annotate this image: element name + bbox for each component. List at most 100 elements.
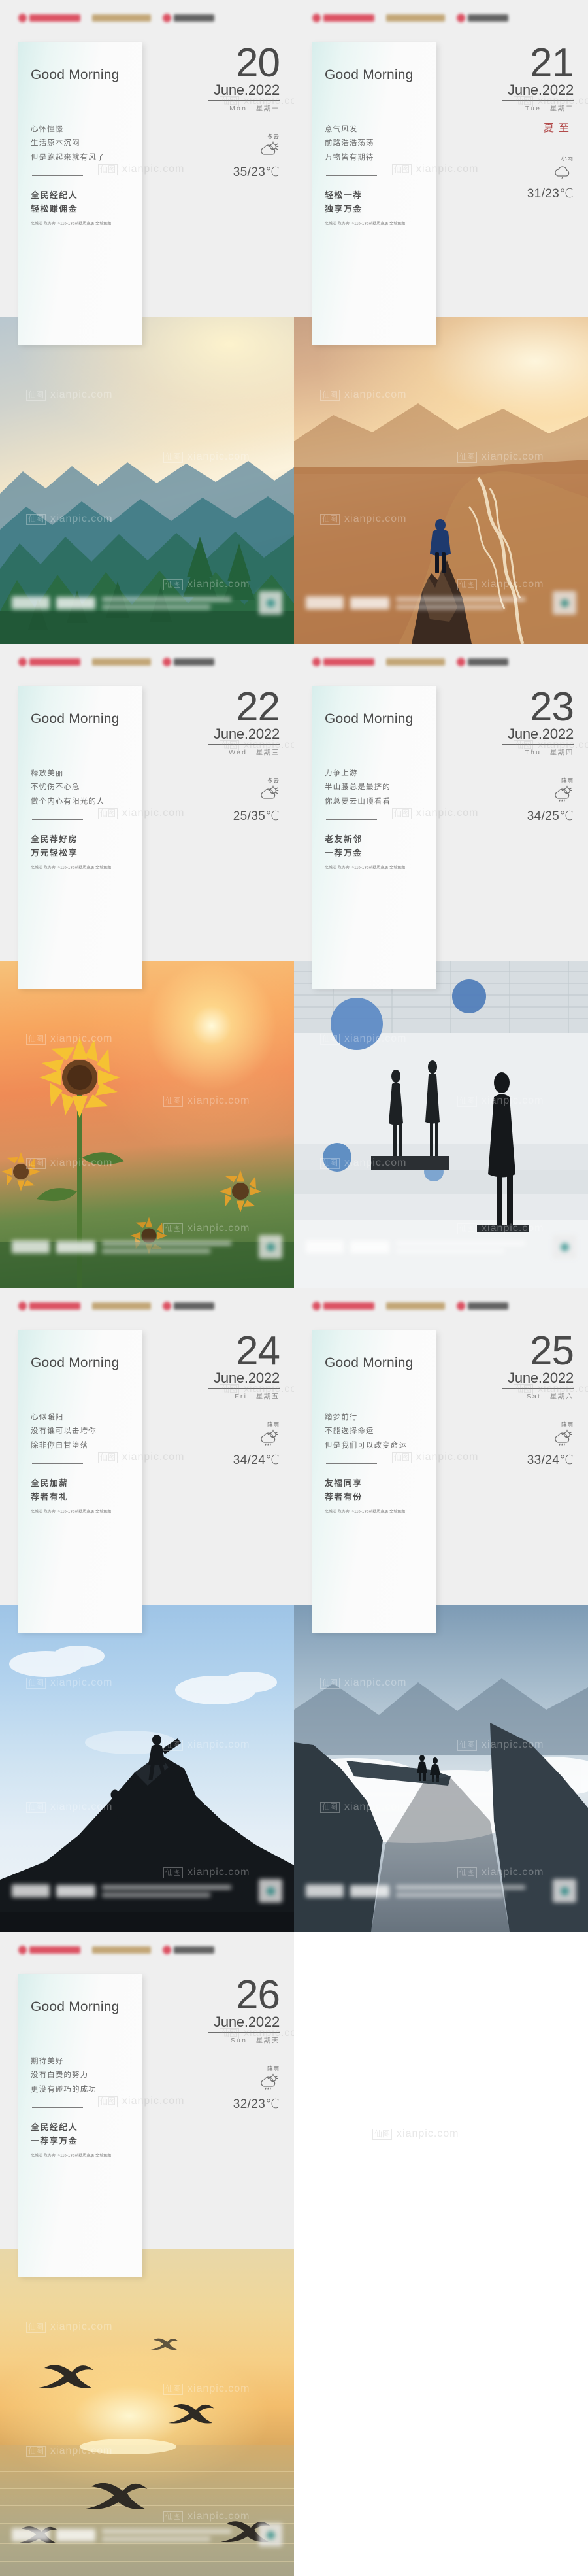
brand-logo-tertiary: [163, 1946, 214, 1954]
brand-logo-strip: [0, 644, 294, 680]
brand-logo-primary: [18, 658, 80, 666]
logo-wordmark-icon: [323, 658, 374, 666]
qr-code-icon: [259, 1235, 282, 1259]
brand-logo-primary: [18, 1302, 80, 1310]
contact-phone: [56, 596, 95, 609]
greeting-title: Good Morning: [31, 1999, 120, 2014]
date-column: 26 June.2022 Sun 星期天 阵雨 32/23℃: [158, 1973, 280, 2112]
slogan-line: 轻松赚佣金: [31, 203, 78, 214]
qr-code-icon: [553, 591, 576, 615]
logo-wordmark-icon: [29, 658, 80, 666]
logo-wordmark-gold-icon: [386, 658, 445, 666]
poster-card[interactable]: Good Morning 释放美丽 不忧伤不心急 做个内心有阳光的人 全民荐好房 万元…: [0, 644, 294, 1288]
quote-line: 但是我们可以改变命运: [325, 1441, 407, 1449]
day-number: 26: [236, 1973, 280, 2018]
logo-wordmark-gold-icon: [386, 1302, 445, 1310]
date-underline: [208, 743, 280, 745]
temperature: 34/25℃: [527, 809, 574, 823]
greeting-card: Good Morning 心似暖阳 没有谁可以击垮你 除非你自甘堕落 全民加薪 荐者有…: [18, 1330, 142, 1633]
shower-sun-icon: [551, 785, 574, 802]
greeting-title: Good Morning: [31, 67, 120, 82]
poster-info-zone: Good Morning 心怀憧憬 生活原本沉闷 但是跑起来就有风了 全民经纪人 轻松…: [0, 36, 294, 345]
fineprint: 北城芯 政务旁 ·≈116-136㎡墅质宽居 全城免藏: [325, 222, 406, 227]
day-number: 22: [236, 685, 280, 730]
poster-card[interactable]: Good Morning 踏梦前行 不能选择命运 但是我们可以改变命运 友福同享 荐者…: [294, 1288, 588, 1932]
slogan-block: 全民荐好房 万元轻松享: [31, 833, 132, 860]
weekday-cn: 星期一: [255, 104, 280, 112]
fineprint: 北城芯 政务旁 ·≈116-136㎡墅质宽居 全城免藏: [325, 866, 406, 871]
logo-wordmark-dark-icon: [174, 1946, 214, 1954]
contact-address: [396, 596, 546, 609]
contact-phone: [56, 1240, 95, 1253]
brand-logo-primary: [18, 14, 80, 22]
brand-logo-tertiary: [163, 1302, 214, 1310]
poster-info-zone: Good Morning 力争上游 半山腰总是最挤的 你总要去山顶看看 老友新邻 一荐…: [294, 680, 588, 989]
weather-label: 小雨: [561, 154, 574, 161]
slogan-line: 一荐享万金: [31, 2135, 78, 2146]
contact-footer-bar: [12, 2521, 282, 2549]
brand-logo-strip: [294, 1288, 588, 1324]
date-column: 25 June.2022 Sat 星期六 阵雨 33/24℃: [452, 1331, 574, 1468]
divider-long: [32, 175, 83, 176]
logo-wordmark-icon: [29, 14, 80, 22]
weekday-cn: 星期六: [549, 1392, 574, 1400]
weather-block: 阵雨 34/25℃: [452, 777, 574, 824]
weekday-en: Fri: [235, 1392, 248, 1400]
weather-block: 阵雨 32/23℃: [158, 2065, 280, 2112]
weather-label: 阵雨: [267, 1421, 280, 1428]
quote-line: 半山腰总是最挤的: [325, 783, 391, 792]
quote-line: 释放美丽: [31, 770, 64, 777]
logo-dot-icon: [163, 14, 171, 22]
contact-logo-icon: [12, 1240, 50, 1253]
slogan-block: 轻松一荐 独享万金: [325, 189, 426, 216]
divider-long: [32, 819, 83, 820]
greeting-title: Good Morning: [31, 711, 120, 726]
brand-logo-tertiary: [457, 658, 508, 666]
logo-wordmark-icon: [29, 1946, 80, 1954]
logo-wordmark-dark-icon: [468, 658, 508, 666]
poster-card[interactable]: Good Morning 意气风发 前路浩浩荡荡 万物皆有期待 轻松一荐 独享万金 北…: [294, 0, 588, 644]
contact-footer-bar: [306, 1877, 576, 1905]
quote-line: 意气风发: [325, 126, 358, 133]
slogan-block: 老友新邻 一荐万金: [325, 833, 426, 860]
poster-photo: 仙图 xianpic.com 仙图 xianpic.com 仙图 xianpic.co…: [0, 1605, 294, 1932]
contact-phone: [350, 1240, 389, 1253]
quote-line: 你总要去山顶看看: [325, 797, 391, 805]
poster-card[interactable]: Good Morning 心似暖阳 没有谁可以击垮你 除非你自甘堕落 全民加薪 荐者有…: [0, 1288, 294, 1932]
temperature: 35/23℃: [233, 165, 280, 179]
weekday: Thu 星期四: [452, 747, 574, 757]
weekday-cn: 星期五: [255, 1392, 280, 1400]
shower-sun-icon: [257, 1429, 280, 1446]
logo-wordmark-dark-icon: [468, 1302, 508, 1310]
solar-term: 夏至: [543, 122, 574, 134]
weather-block: 阵雨 34/24℃: [158, 1421, 280, 1468]
brand-logo-strip: [294, 644, 588, 680]
logo-wordmark-gold-icon: [386, 14, 445, 22]
slogan-line: 万元轻松享: [31, 847, 78, 858]
date-column: 23 June.2022 Thu 星期四 阵雨 34/25℃: [452, 687, 574, 824]
weekday-en: Wed: [229, 748, 248, 756]
date-underline: [502, 1387, 574, 1389]
poster-card[interactable]: Good Morning 期待美好 没有白费的努力 更没有碰巧的成功 全民经纪人 一荐…: [0, 1932, 294, 2576]
contact-address: [102, 1884, 252, 1897]
empty-slot: 仙图 xianpic.com: [294, 1932, 588, 2576]
slogan-block: 全民经纪人 一荐享万金: [31, 2121, 132, 2148]
logo-wordmark-icon: [323, 1302, 374, 1310]
weekday: Mon 星期一: [158, 103, 280, 113]
poster-photo: 仙图 xianpic.com 仙图 xianpic.com 仙图 xianpic.co…: [294, 961, 588, 1288]
poster-card[interactable]: Good Morning 力争上游 半山腰总是最挤的 你总要去山顶看看 老友新邻 一荐…: [294, 644, 588, 1288]
logo-wordmark-dark-icon: [174, 14, 214, 22]
poster-card[interactable]: Good Morning 心怀憧憬 生活原本沉闷 但是跑起来就有风了 全民经纪人 轻松…: [0, 0, 294, 644]
contact-address: [102, 596, 252, 609]
contact-address: [396, 1884, 546, 1897]
quote-block: 期待美好 没有白费的努力 更没有碰巧的成功: [31, 2055, 132, 2097]
fineprint: 北城芯 政务旁 ·≈116-136㎡墅质宽居 全城免藏: [325, 1510, 406, 1515]
weather-label: 阵雨: [267, 2065, 280, 2072]
quote-line: 前路浩浩荡荡: [325, 139, 374, 148]
logo-wordmark-icon: [323, 14, 374, 22]
weekday-cn: 星期天: [255, 2036, 280, 2044]
divider-long: [326, 819, 377, 820]
weekday: Wed 星期三: [158, 747, 280, 757]
month-year: June.2022: [508, 1369, 574, 1386]
quote-block: 踏梦前行 不能选择命运 但是我们可以改变命运: [325, 1411, 426, 1453]
